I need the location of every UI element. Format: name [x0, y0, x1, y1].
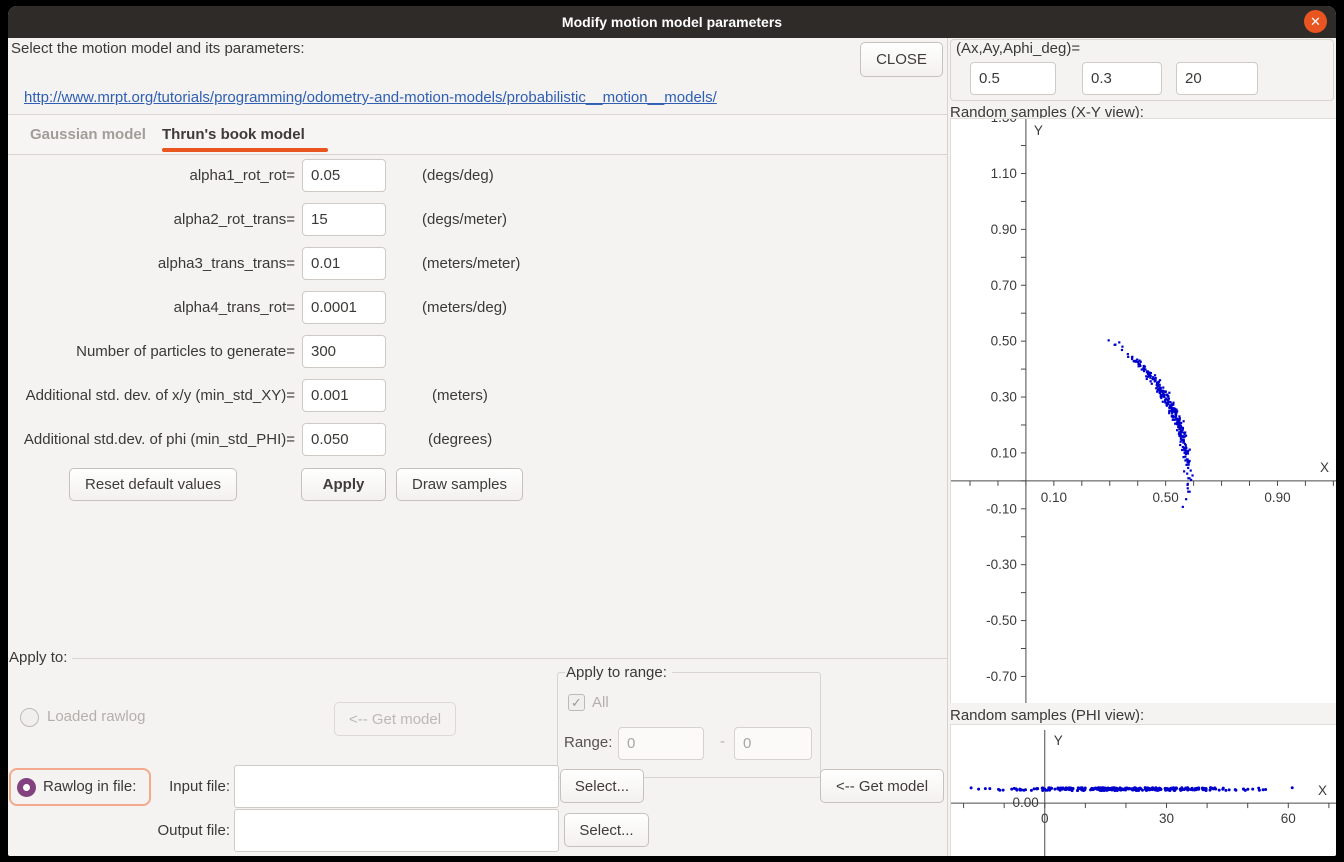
- alpha4-label: alpha4_trans_rot=: [8, 291, 295, 324]
- input-file-label: Input file:: [8, 778, 230, 795]
- mrpt-tutorial-link[interactable]: http://www.mrpt.org/tutorials/programmin…: [24, 89, 717, 106]
- alpha3-label: alpha3_trans_trans=: [8, 247, 295, 280]
- pose-aphi-input[interactable]: [1176, 62, 1258, 95]
- svg-text:X: X: [1318, 783, 1327, 798]
- apply-button[interactable]: Apply: [301, 468, 386, 501]
- svg-text:-0.50: -0.50: [986, 613, 1017, 628]
- svg-text:Y: Y: [1054, 733, 1063, 748]
- phi-view-title: Random samples (PHI view):: [950, 707, 1144, 724]
- pose-ax-input[interactable]: [970, 62, 1056, 95]
- apply-to-divider: [8, 658, 947, 659]
- svg-text:1.30: 1.30: [991, 118, 1017, 125]
- apply-to-range-legend: Apply to range:: [565, 664, 672, 681]
- output-file-label: Output file:: [8, 822, 230, 839]
- alpha2-label: alpha2_rot_trans=: [8, 203, 295, 236]
- svg-text:0.10: 0.10: [991, 445, 1017, 460]
- svg-text:0.50: 0.50: [991, 334, 1017, 349]
- select-input-file-button[interactable]: Select...: [560, 769, 644, 803]
- particles-input[interactable]: [302, 335, 386, 368]
- alpha3-unit: (meters/meter): [422, 255, 520, 272]
- close-button[interactable]: ✕: [1304, 10, 1327, 33]
- select-model-label: Select the motion model and its paramete…: [11, 40, 304, 57]
- svg-text:0.10: 0.10: [1041, 490, 1067, 505]
- tab-gaussian-model[interactable]: Gaussian model: [30, 115, 146, 154]
- alpha4-unit: (meters/deg): [422, 299, 507, 316]
- pose-group-label: (Ax,Ay,Aphi_deg)=: [956, 40, 1080, 57]
- alpha2-unit: (degs/meter): [422, 211, 507, 228]
- loaded-rawlog-label: Loaded rawlog: [47, 708, 145, 725]
- svg-text:0: 0: [1041, 811, 1049, 826]
- close-dialog-button[interactable]: CLOSE: [860, 42, 943, 77]
- range-from-input: [618, 727, 704, 760]
- svg-text:X: X: [1320, 460, 1329, 475]
- svg-text:-0.70: -0.70: [986, 669, 1017, 684]
- draw-samples-button[interactable]: Draw samples: [396, 468, 523, 501]
- output-file-field[interactable]: [234, 809, 559, 852]
- minstd-xy-label: Additional std. dev. of x/y (min_std_XY)…: [8, 379, 295, 412]
- svg-text:0.00: 0.00: [1012, 795, 1038, 810]
- svg-text:0.90: 0.90: [1264, 490, 1290, 505]
- range-to-input: [734, 727, 812, 760]
- xy-chart: 0.10 0.50 0.90 1.30 1.10 0.90 0.70 0.50 0.30 0.10…: [950, 118, 1336, 703]
- range-label: Range:: [564, 734, 612, 751]
- minstd-phi-unit: (degrees): [428, 431, 492, 448]
- close-icon: ✕: [1310, 15, 1321, 28]
- alpha2-input[interactable]: [302, 203, 386, 236]
- get-model-bottom-button[interactable]: <-- Get model: [820, 769, 944, 803]
- particles-label: Number of particles to generate=: [8, 335, 295, 368]
- range-dash: -: [720, 733, 725, 750]
- alpha3-input[interactable]: [302, 247, 386, 280]
- minstd-xy-unit: (meters): [432, 387, 488, 404]
- svg-text:0.50: 0.50: [1153, 490, 1179, 505]
- minstd-xy-input[interactable]: [302, 379, 386, 412]
- minstd-phi-label: Additional std.dev. of phi (min_std_PHI)…: [8, 423, 295, 456]
- svg-text:0.30: 0.30: [991, 390, 1017, 405]
- alpha4-input[interactable]: [302, 291, 386, 324]
- input-file-field[interactable]: [234, 765, 559, 808]
- phi-chart: 0 30 60 0.00 Y X: [950, 724, 1336, 856]
- svg-text:-0.10: -0.10: [986, 501, 1017, 516]
- dialog-window: Modify motion model parameters ✕ Select …: [8, 6, 1336, 856]
- svg-text:0.90: 0.90: [991, 222, 1017, 237]
- loaded-rawlog-radio: [20, 708, 39, 727]
- tab-strip: Gaussian model Thrun's book model: [8, 114, 947, 155]
- svg-text:30: 30: [1159, 811, 1174, 826]
- svg-text:0.70: 0.70: [991, 278, 1017, 293]
- svg-text:-0.30: -0.30: [986, 557, 1017, 572]
- apply-to-legend: Apply to:: [9, 649, 72, 666]
- active-tab-underline: [162, 148, 328, 152]
- select-output-file-button[interactable]: Select...: [564, 813, 649, 847]
- alpha1-label: alpha1_rot_rot=: [8, 159, 295, 192]
- apply-to-range-group: [557, 672, 821, 778]
- reset-default-values-button[interactable]: Reset default values: [69, 468, 237, 501]
- alpha1-unit: (degs/deg): [422, 167, 494, 184]
- svg-text:Y: Y: [1034, 123, 1043, 138]
- titlebar: Modify motion model parameters: [8, 6, 1336, 38]
- window-title: Modify motion model parameters: [562, 14, 782, 30]
- alpha1-input[interactable]: [302, 159, 386, 192]
- get-model-top-button: <-- Get model: [334, 702, 456, 736]
- svg-text:1.10: 1.10: [991, 166, 1017, 181]
- svg-text:60: 60: [1281, 811, 1296, 826]
- all-checkbox: ✓: [568, 694, 585, 711]
- pose-ay-input[interactable]: [1082, 62, 1162, 95]
- right-panel-divider: [947, 38, 948, 856]
- minstd-phi-input[interactable]: [302, 423, 386, 456]
- all-checkbox-label: All: [592, 694, 609, 711]
